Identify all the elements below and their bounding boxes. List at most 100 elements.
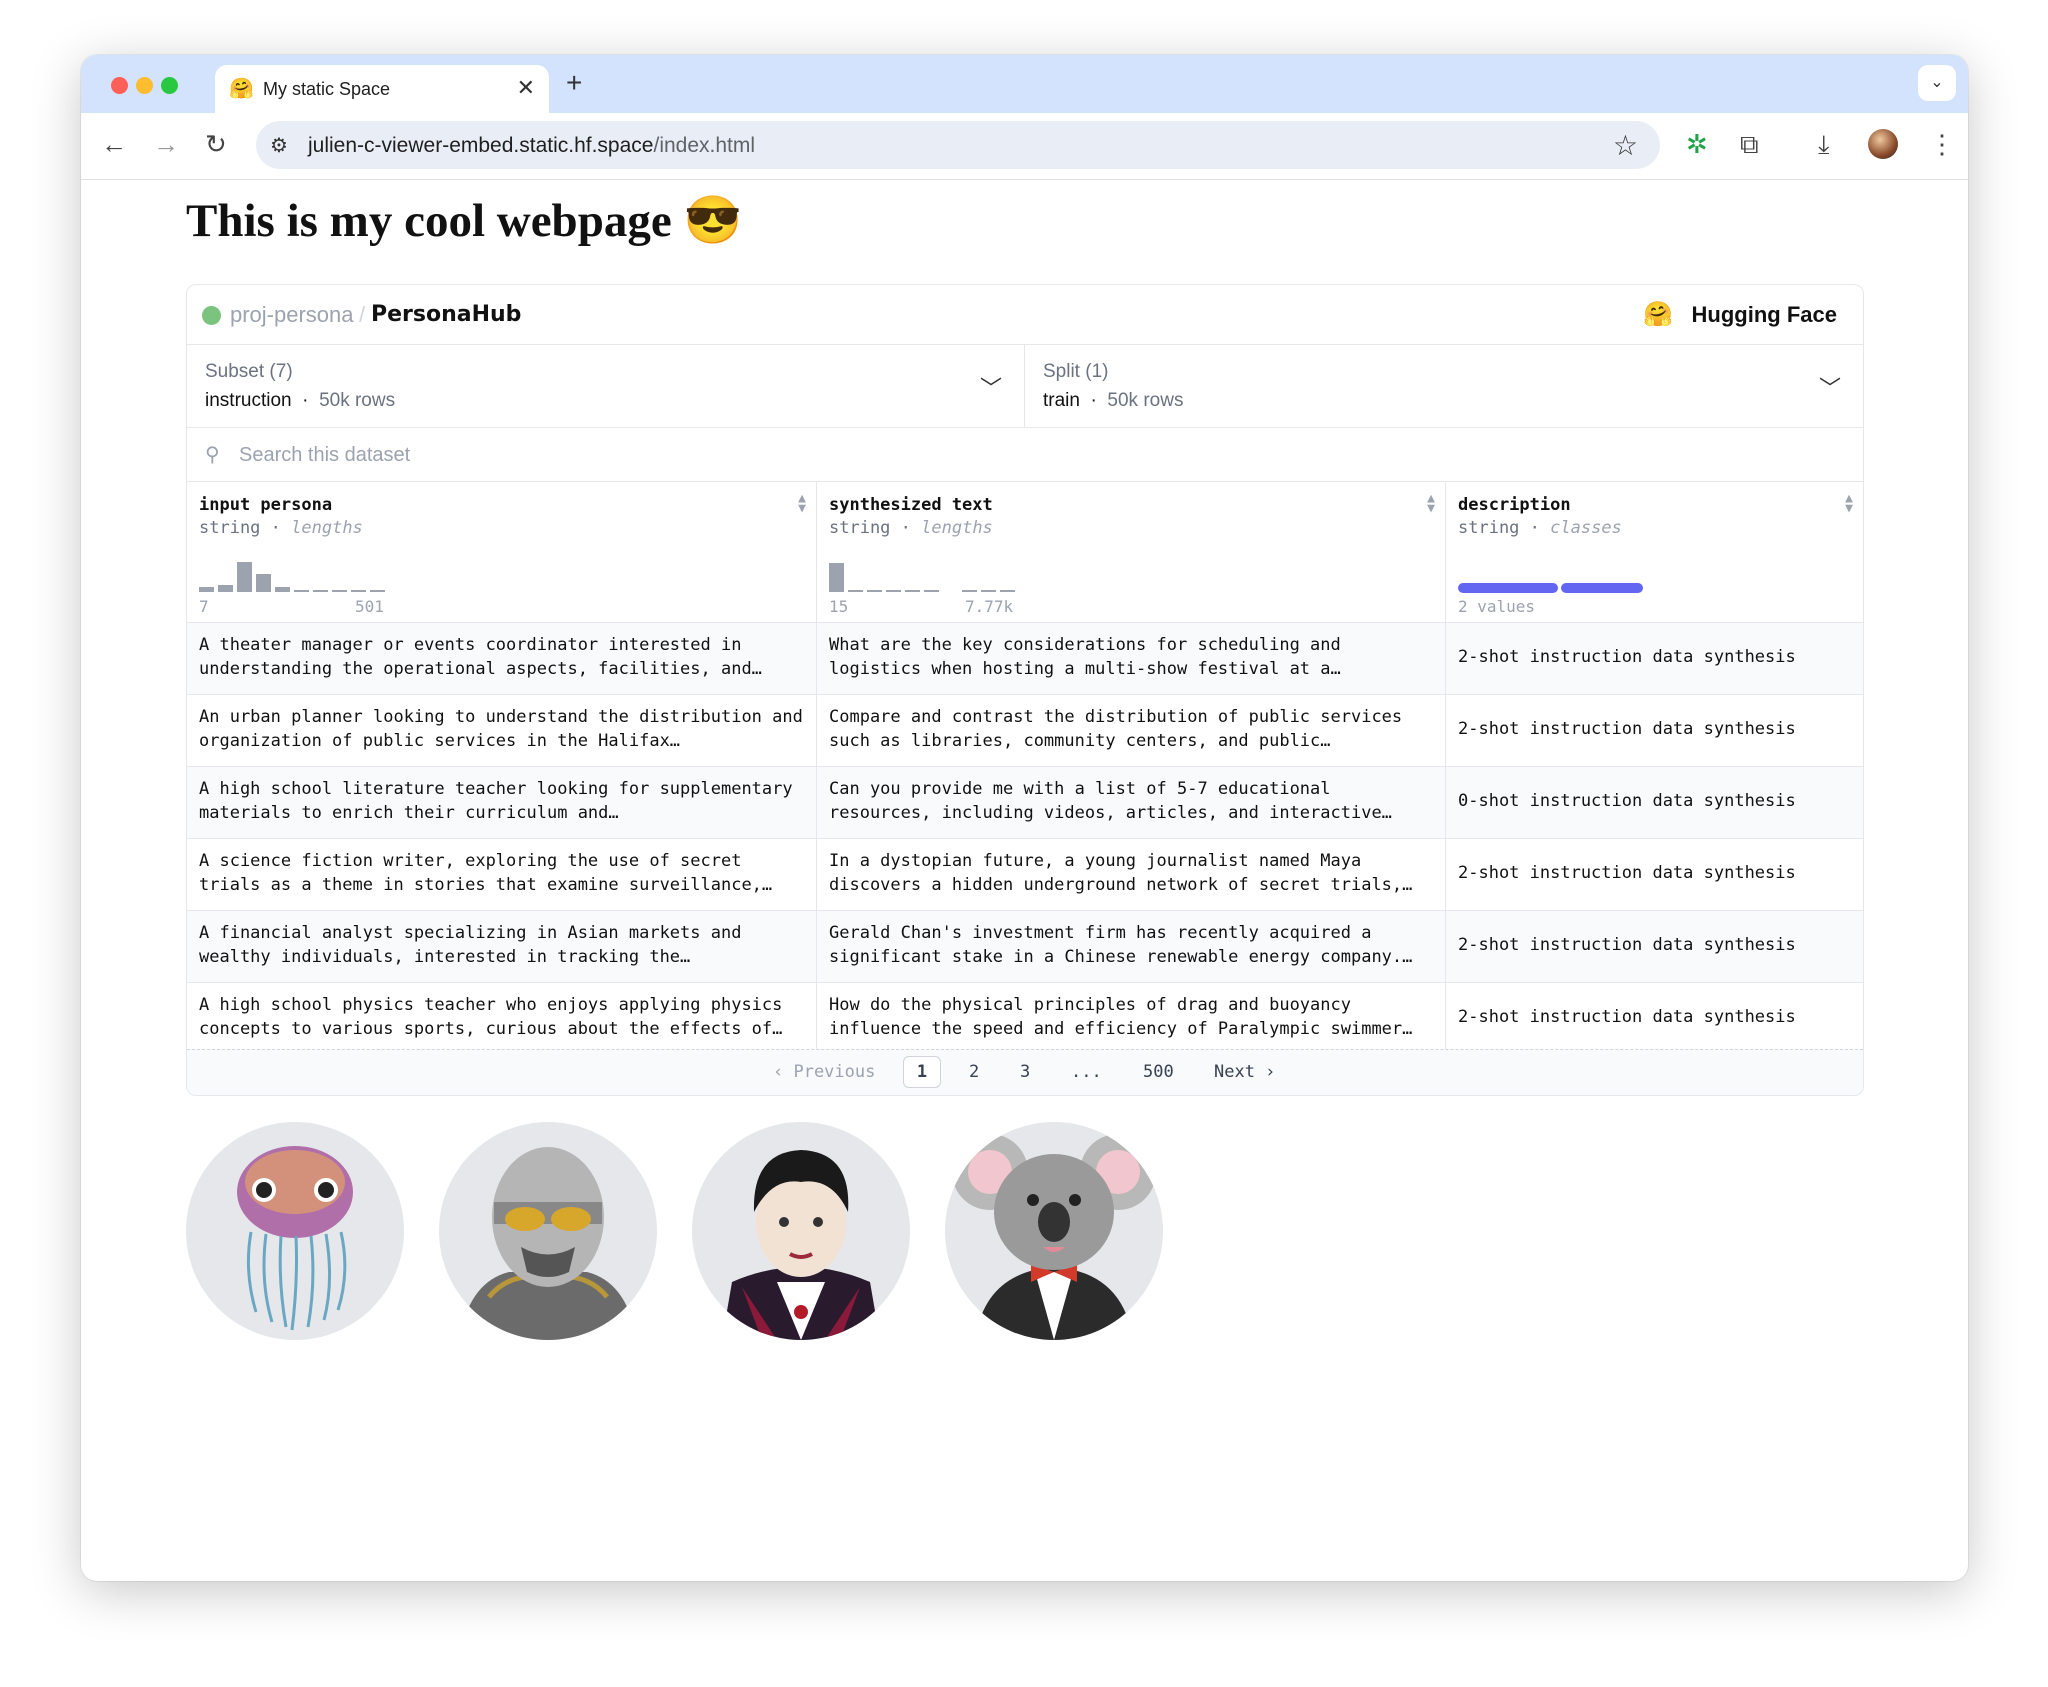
close-tab-icon[interactable]: ✕ <box>517 75 535 101</box>
puzzle-extensions-icon[interactable]: ⧉ <box>1740 129 1759 159</box>
sort-icon[interactable]: ▲ ▼ <box>1427 492 1435 515</box>
histogram-bar[interactable] <box>370 590 385 592</box>
tab-bar: 🤗 My static Space ✕ + ⌄ <box>81 55 1968 113</box>
column-divider <box>816 623 817 694</box>
histogram-bar[interactable] <box>829 563 844 592</box>
histogram-bar[interactable] <box>351 590 366 592</box>
table-cell-description[interactable]: 2-shot instruction data synthesis <box>1458 1005 1853 1029</box>
table-cell-persona[interactable]: A science fiction writer, exploring the … <box>199 849 804 897</box>
column-divider <box>816 911 817 982</box>
page-500-button[interactable]: 500 <box>1143 1062 1174 1082</box>
table-cell-persona[interactable]: A high school physics teacher who enjoys… <box>199 993 804 1041</box>
stat-text: lengths <box>921 518 993 538</box>
column-header-synthesized-text[interactable]: synthesized text string · lengths ▲ ▼ 15 … <box>817 482 1446 623</box>
chevron-down-icon: ﹀ <box>979 376 1002 401</box>
page-1-button[interactable]: 1 <box>903 1056 941 1088</box>
histogram-min-label: 15 <box>829 597 849 616</box>
sort-icon[interactable]: ▲ ▼ <box>1845 492 1853 515</box>
bookmark-star-icon[interactable]: ☆ <box>1613 129 1638 162</box>
split-label: Split (1) <box>1043 361 1109 382</box>
previous-page-button[interactable]: ‹ Previous <box>773 1062 875 1082</box>
histogram-bar[interactable] <box>981 590 996 592</box>
column-header-persona[interactable]: input persona string · lengths ▲ ▼ 7 501 <box>187 482 817 623</box>
subset-name: instruction <box>205 390 292 411</box>
histogram-bar[interactable] <box>905 590 920 592</box>
histogram-bar[interactable] <box>218 584 233 592</box>
table-cell-text[interactable]: Can you provide me with a list of 5-7 ed… <box>829 777 1434 825</box>
table-cell-persona[interactable]: An urban planner looking to understand t… <box>199 705 804 753</box>
address-bar[interactable]: ⚙ julien-c-viewer-embed.static.hf.space/… <box>256 121 1660 169</box>
table-cell-text[interactable]: What are the key considerations for sche… <box>829 633 1434 681</box>
table-row[interactable]: A high school physics teacher who enjoys… <box>187 983 1863 1055</box>
hugging-face-link[interactable]: Hugging Face <box>1692 302 1837 328</box>
url-text[interactable]: julien-c-viewer-embed.static.hf.space/in… <box>308 134 755 158</box>
column-divider <box>1445 839 1446 910</box>
hugging-face-logo-icon: 🤗 <box>1643 301 1673 328</box>
table-cell-description[interactable]: 2-shot instruction data synthesis <box>1458 933 1853 957</box>
histogram-max-label: 7.77k <box>965 597 1014 616</box>
split-selector[interactable]: Split (1) train · 50k rows ﹀ <box>1025 345 1863 428</box>
histogram-bar[interactable] <box>237 562 252 592</box>
table-cell-description[interactable]: 2-shot instruction data synthesis <box>1458 861 1853 885</box>
maximize-window-button[interactable] <box>161 77 178 94</box>
histogram-bar[interactable] <box>848 590 863 592</box>
histogram-bar[interactable] <box>962 590 977 592</box>
minimize-window-button[interactable] <box>136 77 153 94</box>
page-2-button[interactable]: 2 <box>969 1062 979 1082</box>
search-input[interactable] <box>237 439 1141 471</box>
close-window-button[interactable] <box>111 77 128 94</box>
class-bar-segment[interactable] <box>1458 583 1558 593</box>
table-cell-text[interactable]: Gerald Chan's investment firm has recent… <box>829 921 1434 969</box>
url-host: julien-c-viewer-embed.static.hf.space <box>308 134 654 157</box>
histogram-bar[interactable] <box>924 590 939 592</box>
table-cell-text[interactable]: How do the physical principles of drag a… <box>829 993 1434 1041</box>
table-cell-description[interactable]: 2-shot instruction data synthesis <box>1458 645 1853 669</box>
page-3-button[interactable]: 3 <box>1020 1062 1030 1082</box>
table-row[interactable]: A theater manager or events coordinator … <box>187 623 1863 695</box>
table-cell-text[interactable]: In a dystopian future, a young journalis… <box>829 849 1434 897</box>
extension-icon[interactable]: ✲ <box>1686 129 1708 159</box>
histogram-bar[interactable] <box>867 590 882 592</box>
koala-avatar <box>945 1122 1163 1340</box>
forward-icon[interactable]: → <box>153 129 179 159</box>
reload-icon[interactable]: ↻ <box>205 129 227 159</box>
class-bar-segment[interactable] <box>1561 583 1643 593</box>
back-icon[interactable]: ← <box>101 129 127 159</box>
histogram-bar[interactable] <box>199 587 214 592</box>
table-row[interactable]: A science fiction writer, exploring the … <box>187 839 1863 911</box>
org-link[interactable]: proj-persona <box>230 302 354 328</box>
dataset-name-link[interactable]: PersonaHub <box>371 302 521 327</box>
column-header-description[interactable]: description string · classes ▲ ▼ 2 values <box>1446 482 1863 623</box>
new-tab-icon[interactable]: + <box>566 67 582 99</box>
site-settings-icon[interactable]: ⚙ <box>270 133 288 158</box>
stat-text: lengths <box>291 518 363 538</box>
menu-kebab-icon[interactable]: ⋮ <box>1929 129 1955 159</box>
histogram-bar[interactable] <box>886 590 901 592</box>
table-cell-description[interactable]: 2-shot instruction data synthesis <box>1458 717 1853 741</box>
table-cell-persona[interactable]: A theater manager or events coordinator … <box>199 633 804 681</box>
next-page-button[interactable]: Next › <box>1214 1062 1275 1082</box>
table-cell-persona[interactable]: A high school literature teacher looking… <box>199 777 804 825</box>
tab-search-icon[interactable]: ⌄ <box>1918 65 1956 101</box>
subset-rows: 50k rows <box>319 390 396 411</box>
histogram-bar[interactable] <box>1000 590 1015 592</box>
histogram-bar[interactable] <box>256 574 271 592</box>
table-row[interactable]: An urban planner looking to understand t… <box>187 695 1863 767</box>
download-icon[interactable]: ⤓ <box>1818 129 1830 159</box>
histogram-bar[interactable] <box>313 590 328 592</box>
page-ellipsis: ... <box>1071 1062 1102 1082</box>
table-cell-description[interactable]: 0-shot instruction data synthesis <box>1458 789 1853 813</box>
table-cell-persona[interactable]: A financial analyst specializing in Asia… <box>199 921 804 969</box>
browser-window: 🤗 My static Space ✕ + ⌄ ← → ↻ ⚙ julien-c… <box>81 55 1968 1581</box>
sort-icon[interactable]: ▲ ▼ <box>798 492 806 515</box>
table-row[interactable]: A high school literature teacher looking… <box>187 767 1863 839</box>
table-cell-text[interactable]: Compare and contrast the distribution of… <box>829 705 1434 753</box>
histogram-bar[interactable] <box>332 590 347 592</box>
browser-tab[interactable]: 🤗 My static Space ✕ <box>215 65 549 113</box>
histogram-bar[interactable] <box>294 590 309 592</box>
histogram-bar[interactable] <box>275 587 290 592</box>
table-row[interactable]: A financial analyst specializing in Asia… <box>187 911 1863 983</box>
viewer-header: proj-persona / PersonaHub 🤗 Hugging Face <box>187 285 1863 345</box>
profile-avatar[interactable] <box>1868 129 1898 159</box>
subset-selector[interactable]: Subset (7) instruction · 50k rows ﹀ <box>187 345 1025 428</box>
